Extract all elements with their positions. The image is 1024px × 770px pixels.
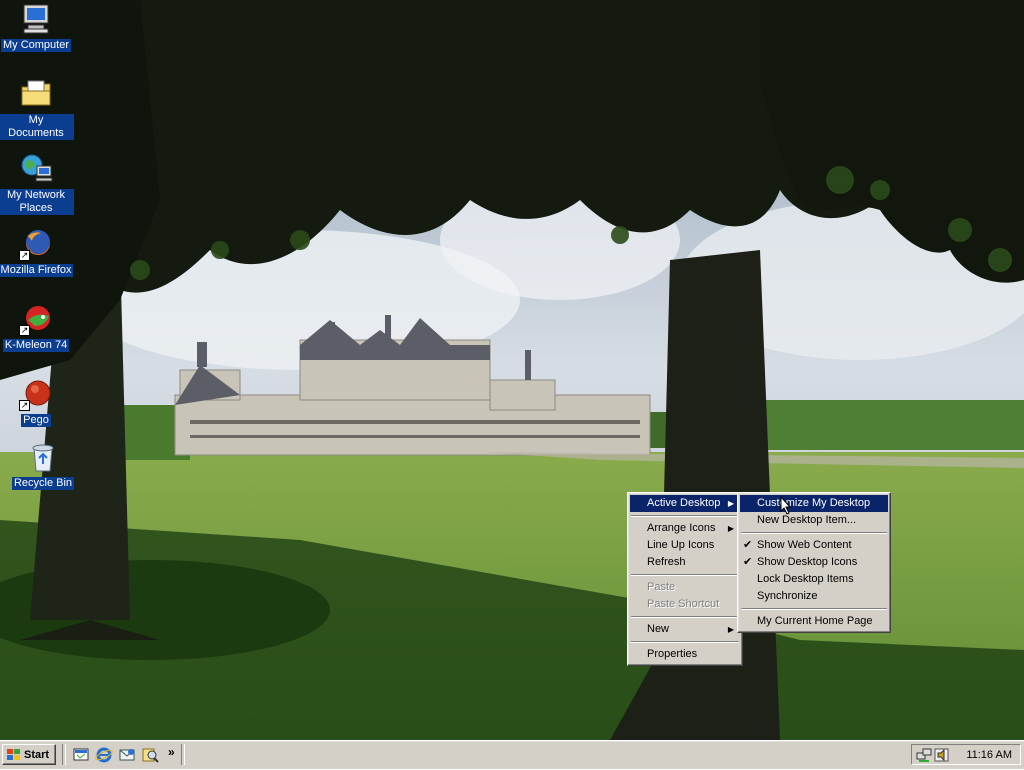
submenu-item-synchronize[interactable]: Synchronize bbox=[740, 588, 888, 605]
desktop-icon-my-computer[interactable]: My Computer bbox=[0, 2, 74, 52]
desktop-icon-recycle-bin[interactable]: Recycle Bin bbox=[5, 440, 81, 490]
outlook-express-icon[interactable] bbox=[118, 746, 136, 764]
checkmark-icon: ✔ bbox=[743, 539, 753, 551]
desktop-icon-label: K-Meleon 74 bbox=[2, 339, 70, 352]
submenu-item-lock-desktop-items[interactable]: Lock Desktop Items bbox=[740, 571, 888, 588]
menu-item-label: Arrange Icons bbox=[647, 522, 716, 534]
desktop-icon-label: My Network Places bbox=[0, 189, 74, 215]
menu-item-properties[interactable]: Properties bbox=[630, 646, 740, 663]
menu-item-label: Customize My Desktop bbox=[757, 497, 871, 509]
internet-explorer-icon[interactable] bbox=[95, 746, 113, 764]
menu-separator bbox=[631, 515, 739, 517]
submenu-arrow-icon: ▶ bbox=[727, 499, 734, 508]
mouse-cursor-icon bbox=[780, 496, 792, 515]
menu-separator bbox=[741, 532, 887, 534]
menu-item-label: Show Web Content bbox=[757, 539, 852, 551]
shortcut-arrow-icon: ↗ bbox=[19, 400, 30, 411]
desktop-icon-network-places[interactable]: My Network Places bbox=[0, 152, 74, 215]
menu-item-new[interactable]: New ▶ bbox=[630, 621, 740, 638]
menu-item-label: Synchronize bbox=[757, 590, 818, 602]
desktop-icon-pego[interactable]: ↗ Pego bbox=[0, 377, 74, 427]
firefox-icon: ↗ bbox=[19, 227, 53, 261]
menu-item-label: Lock Desktop Items bbox=[757, 573, 854, 585]
start-button[interactable]: Start bbox=[2, 744, 56, 765]
desktop-icon-label: My Documents bbox=[0, 114, 74, 140]
taskbar-separator bbox=[181, 744, 185, 765]
shortcut-arrow-icon: ↗ bbox=[19, 250, 30, 261]
desktop-icon-label: Recycle Bin bbox=[11, 477, 75, 490]
menu-separator bbox=[631, 641, 739, 643]
submenu-arrow-icon: ▶ bbox=[727, 524, 734, 533]
menu-item-refresh[interactable]: Refresh bbox=[630, 554, 740, 571]
k-meleon-icon: ↗ bbox=[19, 302, 53, 336]
quick-launch-more-chevron[interactable]: » bbox=[168, 745, 175, 759]
network-places-icon bbox=[19, 152, 53, 186]
menu-item-label: Show Desktop Icons bbox=[757, 556, 858, 568]
submenu-item-my-current-home-page[interactable]: My Current Home Page bbox=[740, 613, 888, 630]
menu-item-label: New Desktop Item... bbox=[757, 514, 857, 526]
menu-item-label: My Current Home Page bbox=[757, 615, 873, 627]
menu-item-label: New bbox=[647, 623, 670, 635]
search-icon[interactable] bbox=[141, 746, 159, 764]
system-tray: 11:16 AM bbox=[911, 744, 1021, 765]
menu-item-label: Line Up Icons bbox=[647, 539, 715, 551]
desktop-icon-label: My Computer bbox=[0, 39, 72, 52]
menu-item-label: Properties bbox=[647, 648, 698, 660]
desktop-icon-label: Pego bbox=[21, 414, 51, 427]
submenu-arrow-icon: ▶ bbox=[727, 625, 734, 634]
menu-item-line-up-icons[interactable]: Line Up Icons bbox=[630, 537, 740, 554]
taskbar: Start » 11:16 AM bbox=[0, 740, 1024, 769]
windows-logo-icon bbox=[6, 748, 21, 762]
my-documents-folder-icon bbox=[19, 77, 53, 111]
desktop-context-menu: Active Desktop ▶ Arrange Icons ▶ Line Up… bbox=[627, 492, 743, 666]
menu-separator bbox=[631, 574, 739, 576]
volume-icon[interactable] bbox=[934, 747, 950, 763]
menu-item-paste: Paste bbox=[630, 579, 740, 596]
clock[interactable]: 11:16 AM bbox=[966, 749, 1012, 761]
submenu-item-customize-my-desktop[interactable]: Customize My Desktop bbox=[740, 495, 888, 512]
menu-item-active-desktop[interactable]: Active Desktop ▶ bbox=[630, 495, 740, 512]
submenu-item-new-desktop-item[interactable]: New Desktop Item... bbox=[740, 512, 888, 529]
active-desktop-submenu: Customize My Desktop New Desktop Item...… bbox=[737, 492, 891, 633]
desktop-icon-firefox[interactable]: ↗ Mozilla Firefox bbox=[0, 227, 74, 277]
submenu-item-show-desktop-icons[interactable]: ✔ Show Desktop Icons bbox=[740, 554, 888, 571]
desktop-icon-my-documents[interactable]: My Documents bbox=[0, 77, 74, 140]
menu-item-paste-shortcut: Paste Shortcut bbox=[630, 596, 740, 613]
desktop-icon-label: Mozilla Firefox bbox=[0, 264, 74, 277]
network-connection-icon[interactable] bbox=[916, 747, 932, 763]
menu-item-arrange-icons[interactable]: Arrange Icons ▶ bbox=[630, 520, 740, 537]
menu-item-label: Paste Shortcut bbox=[647, 598, 720, 610]
menu-separator bbox=[631, 616, 739, 618]
checkmark-icon: ✔ bbox=[743, 556, 753, 568]
menu-separator bbox=[741, 608, 887, 610]
menu-item-label: Refresh bbox=[647, 556, 686, 568]
shortcut-arrow-icon: ↗ bbox=[19, 325, 30, 336]
recycle-bin-icon bbox=[26, 440, 60, 474]
menu-item-label: Active Desktop bbox=[647, 497, 721, 509]
pego-icon: ↗ bbox=[19, 377, 53, 411]
submenu-item-show-web-content[interactable]: ✔ Show Web Content bbox=[740, 537, 888, 554]
desktop-icon-k-meleon[interactable]: ↗ K-Meleon 74 bbox=[0, 302, 74, 352]
taskbar-separator bbox=[62, 744, 66, 765]
menu-item-label: Paste bbox=[647, 581, 676, 593]
show-desktop-icon[interactable] bbox=[72, 746, 90, 764]
my-computer-icon bbox=[19, 2, 53, 36]
start-label: Start bbox=[24, 749, 50, 761]
